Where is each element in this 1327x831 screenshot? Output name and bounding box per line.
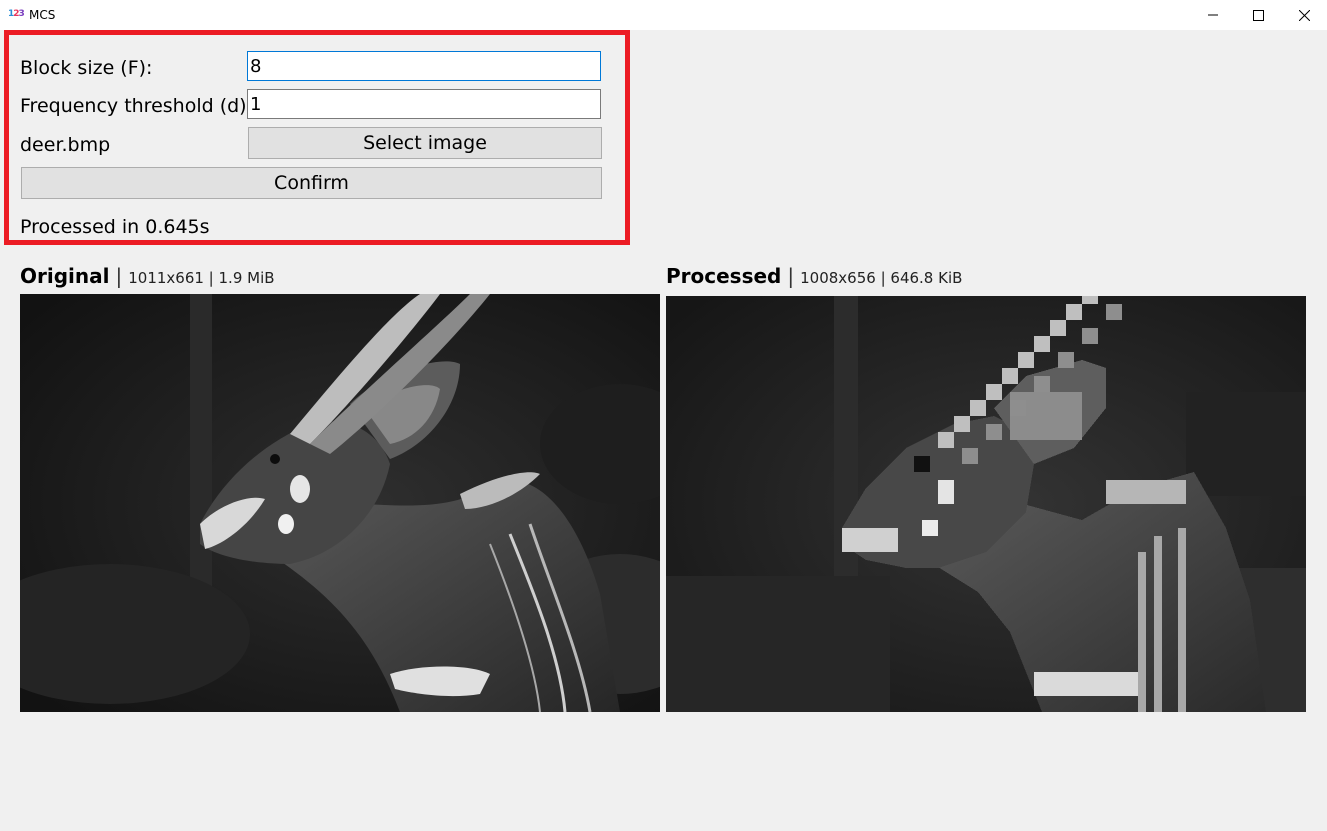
app-icon: 123: [8, 9, 25, 19]
original-image: [20, 294, 660, 712]
window-title: MCS: [29, 8, 56, 22]
settings-panel: Block size (F): Frequency threshold (d):…: [4, 30, 630, 245]
processed-header: Processed | 1008x656 | 646.8 KiB: [666, 264, 963, 288]
original-header: Original | 1011x661 | 1.9 MiB: [20, 264, 275, 288]
close-icon: [1298, 9, 1310, 21]
status-text: Processed in 0.645s: [20, 216, 210, 238]
original-title: Original: [20, 264, 110, 288]
processed-title: Processed: [666, 264, 782, 288]
minimize-icon: [1208, 14, 1218, 16]
block-size-input[interactable]: [247, 51, 601, 81]
title-bar: 123 MCS: [0, 0, 1327, 30]
confirm-button[interactable]: Confirm: [21, 167, 602, 199]
close-button[interactable]: [1281, 0, 1327, 30]
frequency-threshold-input[interactable]: [247, 89, 601, 119]
block-size-label: Block size (F):: [20, 57, 153, 79]
original-meta: 1011x661 | 1.9 MiB: [128, 269, 275, 287]
select-image-button[interactable]: Select image: [248, 127, 602, 159]
processed-image: [666, 296, 1306, 712]
frequency-threshold-label: Frequency threshold (d):: [20, 95, 254, 117]
processed-meta: 1008x656 | 646.8 KiB: [800, 269, 963, 287]
minimize-button[interactable]: [1190, 0, 1236, 30]
maximize-icon: [1252, 9, 1264, 21]
maximize-button[interactable]: [1235, 0, 1281, 30]
file-name-label: deer.bmp: [20, 134, 111, 156]
